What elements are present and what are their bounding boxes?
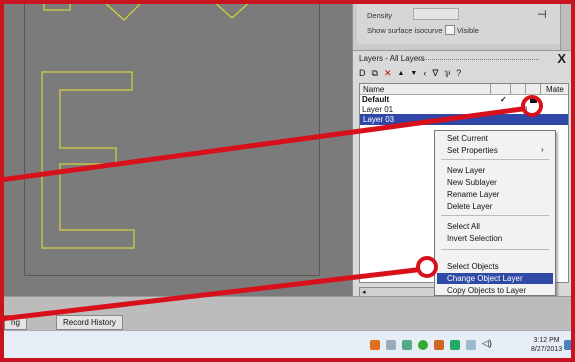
annotation-line-lower: [0, 267, 419, 322]
annotation-circle-lower: [416, 256, 438, 278]
annotation-line-upper: [0, 106, 525, 183]
annotation-overlay: [0, 95, 543, 322]
annotation-circle-upper: [521, 95, 543, 117]
